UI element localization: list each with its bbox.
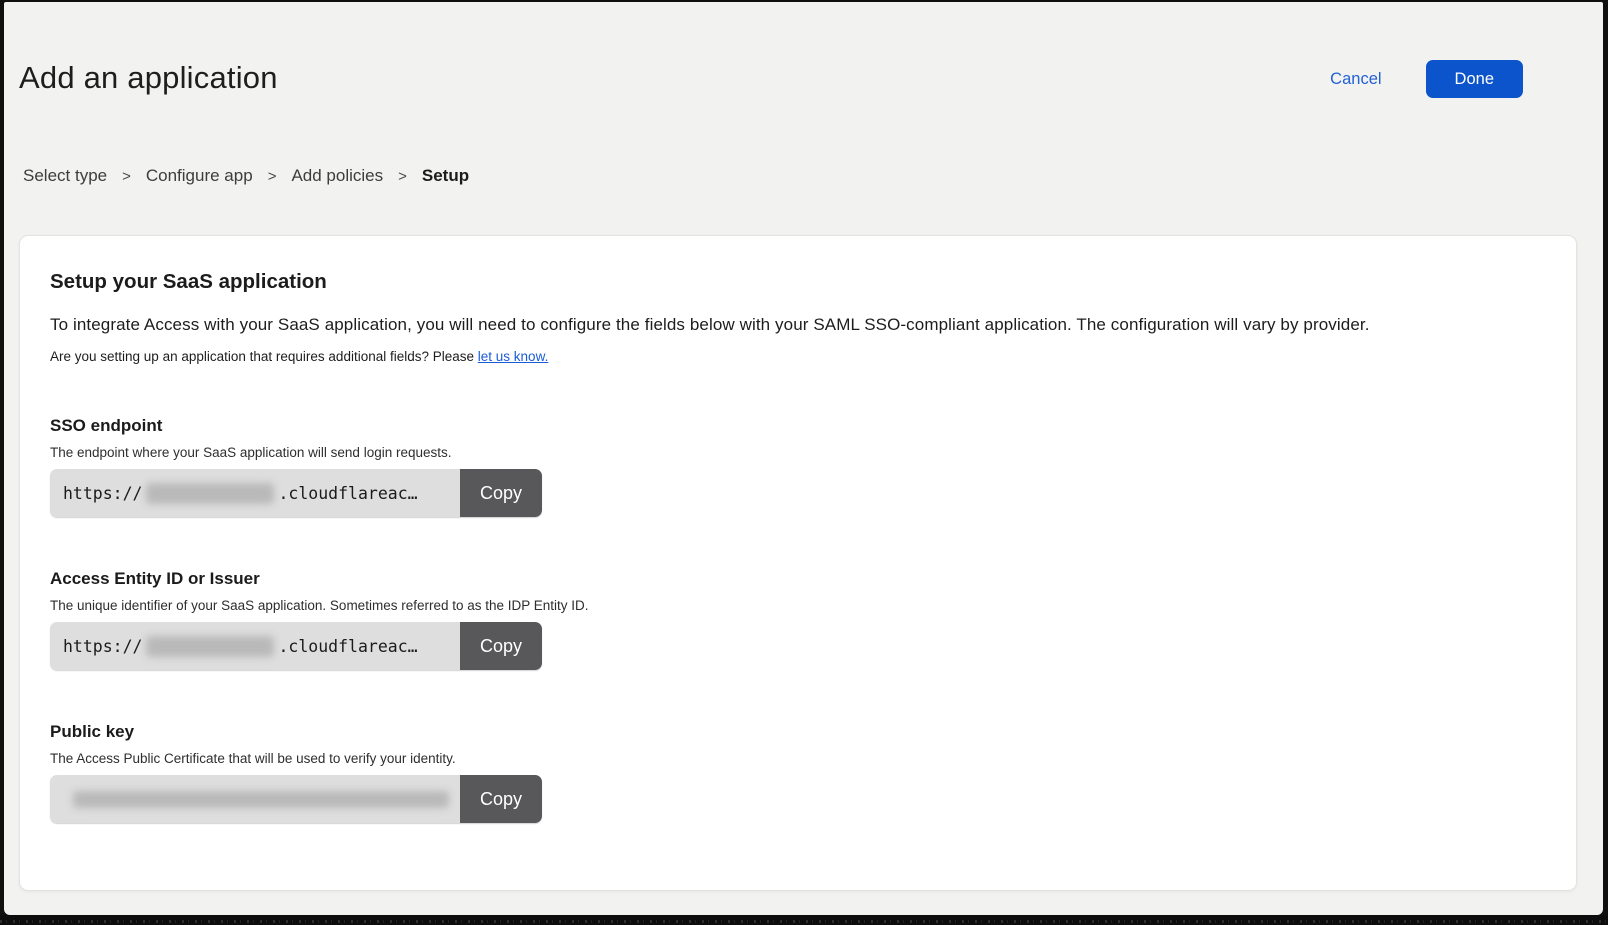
entity-id-description: The unique identifier of your SaaS appli… — [50, 598, 1546, 613]
public-key-value-row: Copy — [50, 775, 542, 823]
breadcrumb-step-add-policies[interactable]: Add policies — [291, 166, 383, 186]
card-title: Setup your SaaS application — [50, 270, 1546, 294]
breadcrumb-step-select-type[interactable]: Select type — [23, 166, 107, 186]
value-suffix: .cloudflareac… — [278, 637, 417, 656]
public-key-title: Public key — [50, 722, 1546, 742]
entity-id-value: https:// .cloudflareac… — [50, 622, 460, 670]
cancel-button[interactable]: Cancel — [1330, 70, 1381, 89]
breadcrumb-step-setup: Setup — [422, 166, 469, 186]
sso-endpoint-title: SSO endpoint — [50, 416, 1546, 436]
breadcrumb-separator: > — [398, 168, 407, 185]
sso-endpoint-value: https:// .cloudflareac… — [50, 469, 460, 517]
redacted-certificate-blur — [73, 791, 449, 808]
redacted-subdomain-blur — [146, 636, 274, 657]
entity-id-copy-button[interactable]: Copy — [460, 622, 542, 670]
sso-endpoint-copy-button[interactable]: Copy — [460, 469, 542, 517]
header-actions: Cancel Done — [1330, 60, 1523, 98]
public-key-description: The Access Public Certificate that will … — [50, 751, 1546, 766]
sso-endpoint-value-row: https:// .cloudflareac… Copy — [50, 469, 542, 517]
redacted-subdomain-blur — [146, 483, 274, 504]
app-window: Add an application Cancel Done Select ty… — [4, 2, 1603, 915]
public-key-copy-button[interactable]: Copy — [460, 775, 542, 823]
entity-id-title: Access Entity ID or Issuer — [50, 569, 1546, 589]
public-key-value — [50, 775, 460, 823]
breadcrumb-step-configure-app[interactable]: Configure app — [146, 166, 253, 186]
sso-endpoint-description: The endpoint where your SaaS application… — [50, 445, 1546, 460]
setup-card: Setup your SaaS application To integrate… — [19, 235, 1577, 891]
breadcrumb-separator: > — [268, 168, 277, 185]
breadcrumb: Select type > Configure app > Add polici… — [23, 166, 469, 186]
bottom-edge-texture — [0, 915, 1608, 925]
value-prefix: https:// — [63, 637, 142, 656]
value-suffix: .cloudflareac… — [278, 484, 417, 503]
page-title: Add an application — [19, 60, 278, 96]
done-button[interactable]: Done — [1426, 60, 1523, 98]
note-text: Are you setting up an application that r… — [50, 349, 478, 364]
let-us-know-link[interactable]: let us know. — [478, 349, 549, 364]
public-key-section: Public key The Access Public Certificate… — [50, 722, 1546, 823]
entity-id-value-row: https:// .cloudflareac… Copy — [50, 622, 542, 670]
breadcrumb-separator: > — [122, 168, 131, 185]
card-intro-text: To integrate Access with your SaaS appli… — [50, 315, 1546, 335]
sso-endpoint-section: SSO endpoint The endpoint where your Saa… — [50, 416, 1546, 517]
entity-id-section: Access Entity ID or Issuer The unique id… — [50, 569, 1546, 670]
value-prefix: https:// — [63, 484, 142, 503]
additional-fields-note: Are you setting up an application that r… — [50, 349, 1546, 364]
